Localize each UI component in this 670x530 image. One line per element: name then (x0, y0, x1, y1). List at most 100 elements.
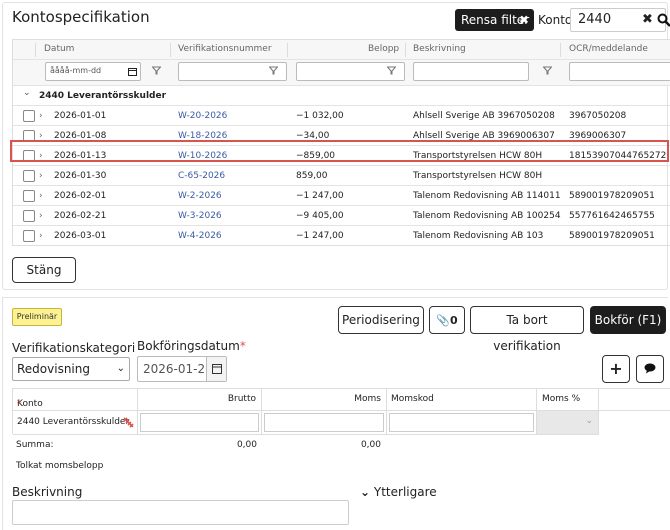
row-beskrivning: Talenom Redovisning AB 103 (413, 231, 544, 241)
row-date: 2026-02-01 (54, 191, 107, 201)
group-row[interactable]: ⌄ 2440 Leverantörsskulder (13, 86, 670, 106)
chevron-down-icon: ⌄ (360, 485, 371, 499)
col-ocr[interactable]: OCR/meddelande (569, 44, 648, 54)
row-checkbox[interactable] (23, 210, 35, 222)
momskod-header: Momskod (391, 394, 434, 404)
bokforingsdatum-label: Bokföringsdatum* (137, 339, 246, 353)
kategori-select[interactable]: Redovisning ⌄ (12, 357, 130, 381)
kategori-value: Redovisning (17, 362, 90, 376)
chevron-down-icon[interactable]: ⌄ (585, 416, 593, 426)
entry-header-brutto: Brutto (138, 389, 262, 411)
page-title: Kontospecifikation (12, 8, 150, 26)
konto-cell[interactable]: 2440 Leverantörsskulder (13, 411, 138, 435)
konto-value: 2440 Leverantörsskulder (17, 417, 130, 427)
moms-input[interactable] (264, 413, 384, 432)
required-marker: * (239, 339, 246, 353)
bokforingsdatum-text: Bokföringsdatum (137, 339, 240, 353)
status-badge: Preliminär (12, 308, 62, 326)
konto-value: 2440 (578, 12, 612, 27)
chevron-right-icon[interactable]: › (39, 191, 43, 201)
row-ocr: 3967050208 (569, 111, 627, 121)
table-row[interactable]: › 2026-01-30 C-65-2026 859,00 Transports… (13, 166, 670, 186)
unlink-icon[interactable] (123, 417, 134, 428)
ocr-filter-input[interactable] (569, 62, 670, 81)
ta-bort-verifikation-button[interactable]: Ta bort verifikation (470, 306, 584, 353)
row-checkbox[interactable] (23, 190, 35, 202)
entry-row-filler (599, 411, 670, 435)
periodisering-button[interactable]: Periodisering (338, 306, 424, 334)
plus-icon: + (609, 359, 623, 378)
bokforingsdatum-input[interactable]: 2026-01-20 (137, 356, 227, 382)
filter-icon[interactable] (269, 66, 278, 75)
chevron-right-icon[interactable]: › (39, 171, 43, 181)
stang-button[interactable]: Stäng (12, 257, 76, 283)
required-marker: * (17, 399, 22, 409)
group-label: 2440 Leverantörsskulder (39, 91, 167, 101)
table-row[interactable]: › 2026-01-01 W-20-2026 −1 032,00 Ahlsell… (13, 106, 670, 126)
chevron-down-icon: ⌄ (116, 363, 125, 374)
table-row[interactable]: › 2026-02-01 W-2-2026 −1 247,00 Talenom … (13, 186, 670, 206)
paperclip-icon: 📎 (436, 314, 451, 327)
calendar-button[interactable] (206, 357, 226, 381)
row-ocr: 557761642465755 (569, 211, 655, 221)
row-date: 2026-01-30 (54, 171, 107, 181)
summa-label: Summa: (16, 440, 54, 450)
entry-header-filler (599, 389, 670, 411)
brutto-cell[interactable] (138, 411, 262, 435)
chevron-right-icon[interactable]: › (39, 111, 43, 121)
brutto-input[interactable] (140, 413, 259, 432)
summa-moms: 0,00 (360, 440, 381, 450)
row-ver-link[interactable]: C-65-2026 (178, 171, 225, 181)
col-verifikationsnummer[interactable]: Verifikationsnummer (178, 44, 272, 54)
table-row[interactable]: › 2026-02-21 W-3-2026 −9 405,00 Talenom … (13, 206, 670, 226)
entry-header-moms-pct: Moms % (537, 389, 599, 411)
bokforingsdatum-value: 2026-01-20 (143, 362, 213, 376)
row-ver-link[interactable]: W-2-2026 (178, 191, 222, 201)
comment-icon (644, 363, 656, 374)
search-icon[interactable] (657, 13, 670, 27)
filter-icon[interactable] (543, 66, 552, 75)
kategori-label: Verifikationskategori (12, 341, 136, 355)
chevron-right-icon[interactable]: › (39, 231, 43, 241)
calendar-icon[interactable] (128, 67, 137, 76)
row-checkbox[interactable] (23, 170, 35, 182)
row-ver-link[interactable]: W-4-2026 (178, 231, 222, 241)
konto-input[interactable]: 2440 ✖ (570, 8, 670, 32)
filter-icon[interactable] (387, 66, 396, 75)
add-row-button[interactable]: + (602, 355, 630, 383)
row-belopp: 859,00 (296, 171, 328, 181)
rensa-filter-button[interactable]: Rensa filter ✖ (455, 9, 534, 31)
row-ver-link[interactable]: W-3-2026 (178, 211, 222, 221)
row-checkbox[interactable] (23, 230, 35, 242)
moms-header: Moms (354, 394, 381, 404)
row-beskrivning: Transportstyrelsen HCW 80H (413, 171, 543, 181)
momskod-cell[interactable] (387, 411, 537, 435)
selected-row-highlight (10, 140, 669, 162)
bokfor-button[interactable]: Bokför (F1) (590, 306, 666, 334)
col-beskrivning[interactable]: Beskrivning (413, 44, 466, 54)
moms-cell[interactable] (262, 411, 387, 435)
beskrivning-input[interactable] (12, 500, 349, 525)
filter-icon[interactable] (152, 66, 161, 75)
moms-pct-cell[interactable]: ⌄ (537, 411, 599, 435)
ytterligare-toggle[interactable]: ⌄ Ytterligare (360, 485, 437, 499)
row-belopp: −1 247,00 (296, 231, 344, 241)
row-belopp: −9 405,00 (296, 211, 344, 221)
row-checkbox[interactable] (23, 110, 35, 122)
table-row[interactable]: › 2026-03-01 W-4-2026 −1 247,00 Talenom … (13, 226, 670, 245)
col-belopp[interactable]: Belopp (368, 44, 399, 54)
momskod-input[interactable] (389, 413, 534, 432)
row-beskrivning: Talenom Redovisning AB 114011 (413, 191, 561, 201)
chevron-down-icon[interactable]: ⌄ (23, 88, 31, 98)
row-ver-link[interactable]: W-20-2026 (178, 111, 227, 121)
col-datum[interactable]: Datum (44, 44, 74, 54)
attachments-button[interactable]: 📎0 (429, 306, 465, 334)
konto-label: Konto (538, 13, 573, 27)
date-filter-input[interactable]: åååå-mm-dd (45, 62, 141, 81)
chevron-right-icon[interactable]: › (39, 211, 43, 221)
entry-header-momskod: Momskod (387, 389, 537, 411)
clear-icon[interactable]: ✖ (642, 9, 653, 31)
beskrivning-filter-input[interactable] (413, 62, 529, 81)
comment-button[interactable] (636, 355, 664, 383)
date-filter-placeholder: åååå-mm-dd (50, 66, 102, 75)
